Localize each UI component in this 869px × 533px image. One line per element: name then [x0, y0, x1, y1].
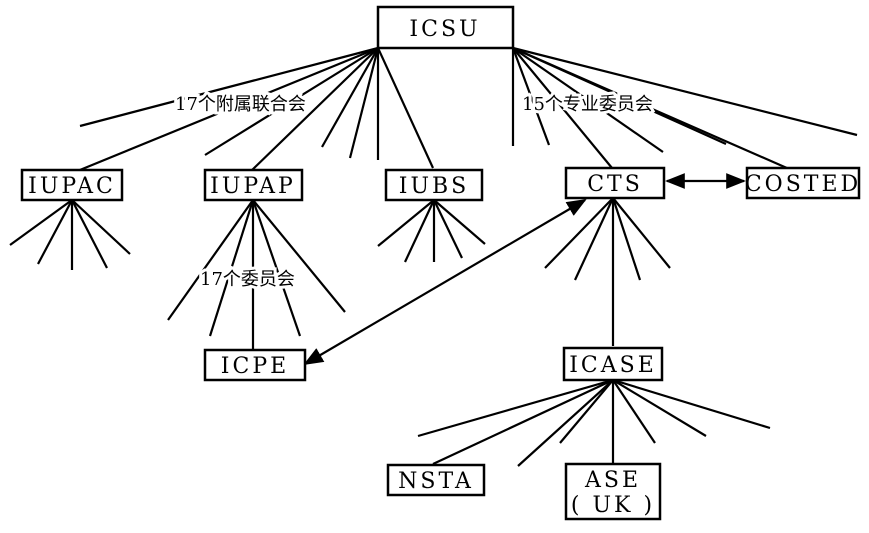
- costed-box[interactable]: COSTED: [745, 166, 861, 200]
- icase-box[interactable]: ICASE: [562, 346, 664, 382]
- nsta-box[interactable]: NSTA: [386, 463, 486, 497]
- ase-label: ASE: [584, 468, 641, 493]
- icase-fan-lines: [417, 378, 771, 467]
- iupac-label: IUPAC: [28, 174, 116, 199]
- iubs-fan-lines: [377, 199, 486, 263]
- committees-label: 15个专业委员会: [522, 94, 653, 115]
- unions-label: 17个附属联合会: [175, 94, 306, 115]
- cts-box[interactable]: CTS: [564, 166, 666, 200]
- organization-diagram: 17个附属联合会 15个专业委员会 17个委员会 ICSU IUPAC IUPA…: [9, 5, 861, 521]
- icpe-label: ICPE: [221, 354, 289, 379]
- icsu-box[interactable]: ICSU: [376, 5, 515, 50]
- iupap-commissions-label: 17个委员会: [200, 269, 295, 290]
- icpe-box[interactable]: ICPE: [203, 348, 307, 382]
- icsu-label: ICSU: [409, 17, 480, 42]
- iupap-box[interactable]: IUPAP: [203, 168, 304, 202]
- iubs-box[interactable]: IUBS: [384, 168, 484, 202]
- icase-label: ICASE: [569, 353, 657, 378]
- cts-fan-lines: [544, 197, 671, 346]
- iupac-fan-lines: [9, 199, 131, 270]
- nsta-label: NSTA: [398, 469, 474, 494]
- costed-label: COSTED: [745, 172, 861, 197]
- ase-uk-box[interactable]: ASE ( UK ): [564, 462, 662, 521]
- ase-country-label: ( UK ): [571, 493, 655, 518]
- cts-label: CTS: [587, 172, 643, 197]
- iupac-box[interactable]: IUPAC: [20, 168, 124, 202]
- iubs-label: IUBS: [399, 174, 469, 199]
- iupap-label: IUPAP: [210, 174, 296, 199]
